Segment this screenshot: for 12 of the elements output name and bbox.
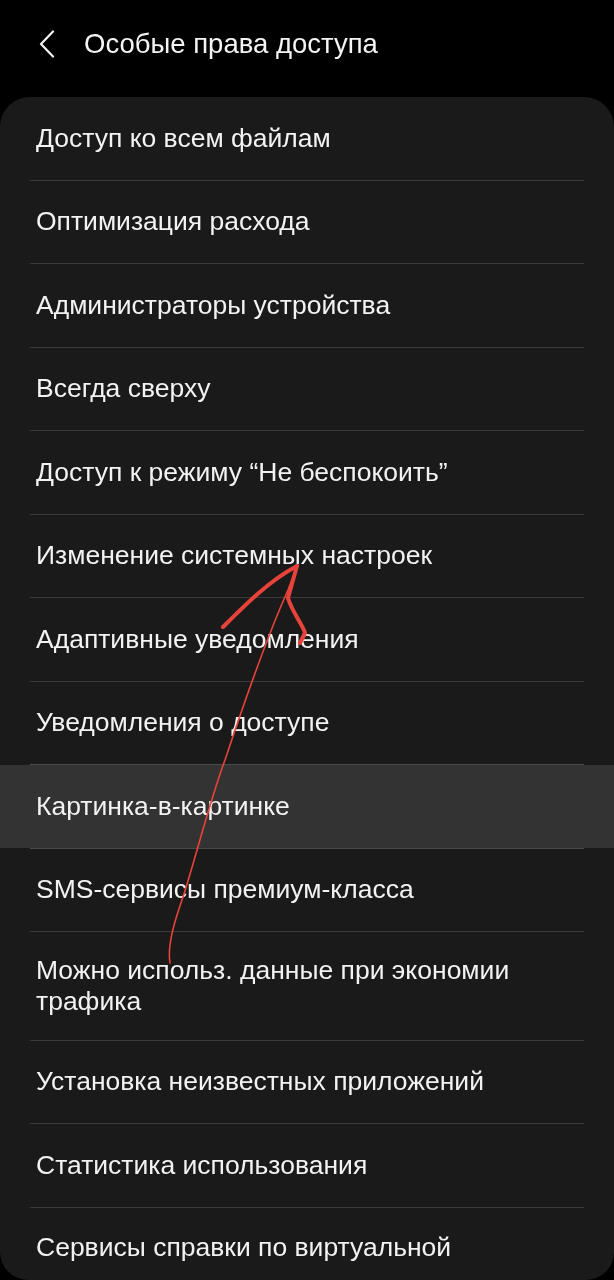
settings-list-item[interactable]: Администраторы устройства: [0, 264, 614, 347]
settings-list-item[interactable]: Сервисы справки по виртуальной: [0, 1207, 614, 1280]
settings-list-item[interactable]: Доступ ко всем файлам: [0, 97, 614, 180]
settings-list-item[interactable]: Статистика использования: [0, 1124, 614, 1207]
settings-list-item[interactable]: Оптимизация расхода: [0, 180, 614, 263]
settings-list-item[interactable]: Доступ к режиму “Не беспокоить”: [0, 431, 614, 514]
settings-list-item[interactable]: Всегда сверху: [0, 347, 614, 430]
settings-list-item[interactable]: Установка неизвестных приложений: [0, 1040, 614, 1123]
settings-list-item[interactable]: Можно использ. данные при экономии трафика: [0, 932, 614, 1040]
page-title: Особые права доступа: [84, 27, 378, 61]
settings-list-item[interactable]: Изменение системных настроек: [0, 514, 614, 597]
back-icon: [39, 30, 55, 58]
